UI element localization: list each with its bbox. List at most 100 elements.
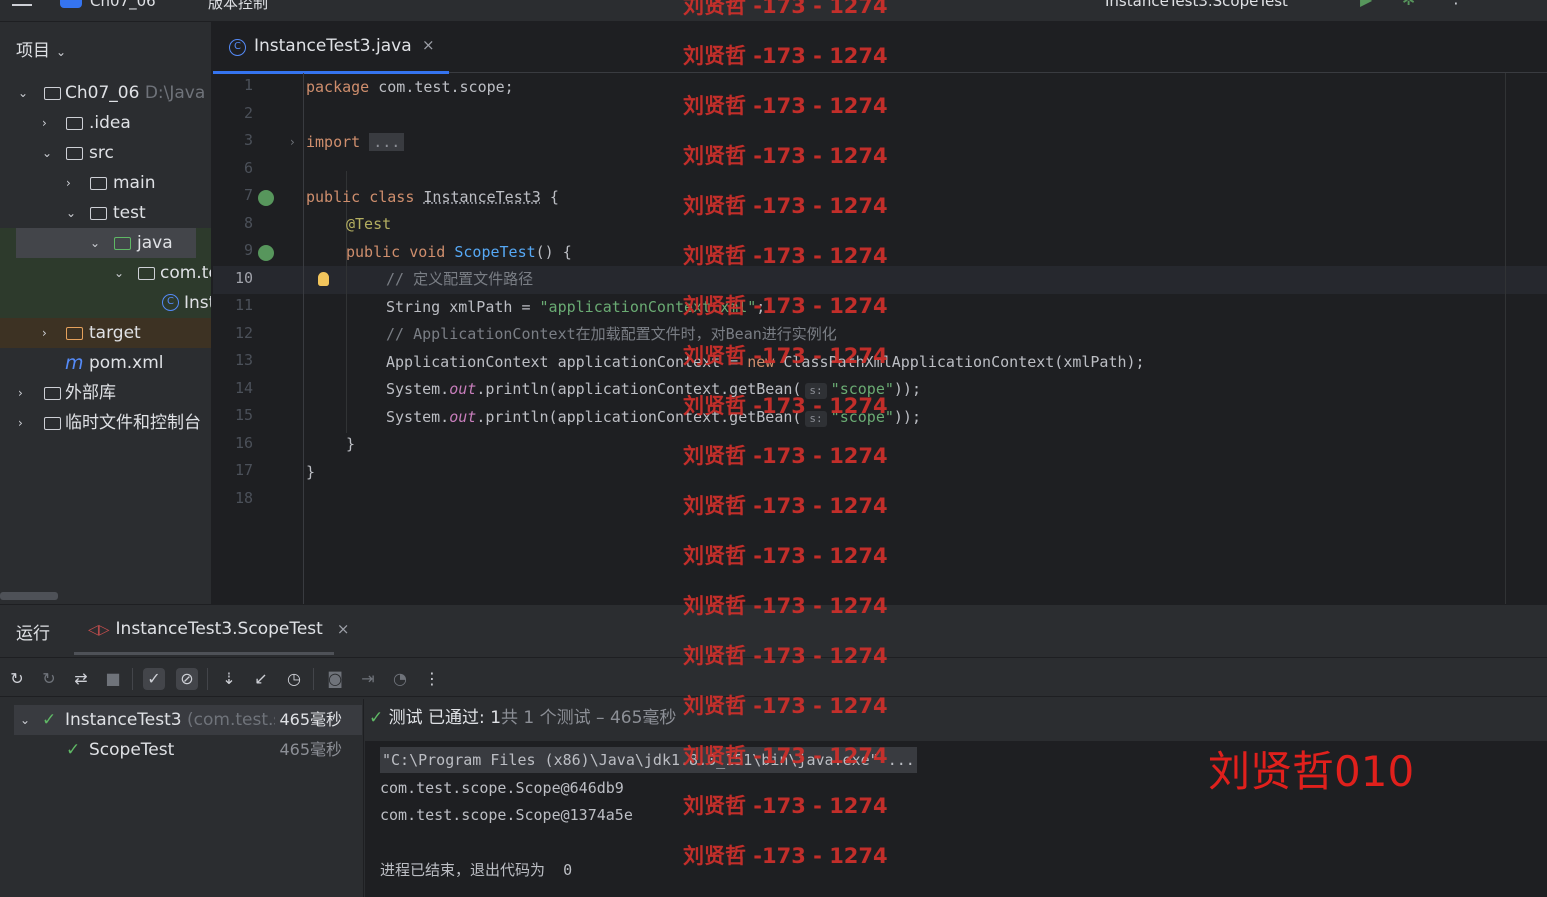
run-config-selector[interactable]: InstanceTest3.ScopeTest	[1105, 0, 1288, 10]
chevron-right-icon[interactable]: ›	[66, 168, 71, 198]
show-ignored-icon[interactable]: ⊘	[176, 668, 198, 690]
chevron-down-icon[interactable]: ⌄	[66, 198, 76, 228]
toggle-auto-test-icon[interactable]: ⇄	[70, 668, 92, 690]
console-line: 进程已结束，退出代码为 0	[380, 861, 573, 879]
library-icon	[44, 387, 61, 400]
line-number: 15	[234, 406, 253, 424]
watermark: 刘贤哲 -173 - 1274	[683, 794, 888, 818]
console-line: com.test.scope.Scope@1374a5e	[380, 806, 633, 824]
run-title: 运行	[16, 624, 50, 644]
folder-icon	[90, 207, 107, 220]
show-passed-icon[interactable]: ✓	[143, 668, 165, 690]
line-number: 8	[243, 214, 253, 232]
tab-instancetest3[interactable]: C InstanceTest3.java ×	[213, 22, 449, 74]
folder-icon	[66, 117, 83, 130]
folder-icon	[66, 147, 83, 160]
tree-item-package[interactable]: ⌄ com.te	[0, 258, 211, 288]
tree-item-src[interactable]: ⌄ src	[0, 138, 211, 168]
watermark: 刘贤哲 -173 - 1274	[683, 44, 888, 68]
test-class-row[interactable]: ⌄ ✓ InstanceTest3 (com.test.s 465毫秒	[14, 705, 362, 735]
maven-icon: m	[65, 352, 84, 374]
debug-icon[interactable]: ✲	[1402, 0, 1415, 9]
history-icon[interactable]: ◷	[283, 668, 305, 690]
chevron-right-icon[interactable]: ›	[18, 408, 23, 438]
chevron-down-icon: ⌄	[56, 45, 67, 59]
project-logo-icon	[60, 0, 82, 8]
collapse-all-icon[interactable]: ↙	[250, 668, 272, 690]
rerun-icon[interactable]: ↻	[6, 668, 28, 690]
watermark: 刘贤哲 -173 - 1274	[683, 0, 888, 18]
watermark: 刘贤哲 -173 - 1274	[683, 294, 888, 318]
line-number: 16	[234, 434, 253, 452]
code-line-16: }	[346, 435, 356, 453]
close-icon[interactable]: ×	[337, 620, 350, 638]
more-icon[interactable]: ⋮	[1448, 0, 1464, 7]
tree-item-idea[interactable]: › .idea	[0, 108, 211, 138]
watermark: 刘贤哲 -173 - 1274	[683, 444, 888, 468]
chevron-down-icon[interactable]: ⌄	[42, 138, 52, 168]
editor-gutter[interactable]: 1 2 3 6 7 8 9 10 11 12 13 14 15 16 17 18…	[213, 73, 329, 604]
horizontal-scrollbar[interactable]	[0, 592, 58, 600]
code-line-7: public class InstanceTest3 {	[306, 188, 559, 206]
chevron-down-icon[interactable]: ⌄	[90, 228, 100, 258]
main-menu-icon[interactable]	[12, 0, 32, 6]
line-number: 13	[234, 351, 253, 369]
tree-item-main[interactable]: › main	[0, 168, 211, 198]
import-tests-icon[interactable]: ⇥	[357, 668, 379, 690]
chevron-down-icon[interactable]: ⌄	[20, 705, 30, 735]
project-view-title[interactable]: 项目 ⌄	[16, 36, 66, 61]
code-line-3: import ...	[306, 128, 405, 156]
line-number: 1	[243, 76, 253, 94]
close-icon[interactable]: ×	[422, 36, 435, 54]
tree-item-pom[interactable]: m pom.xml	[0, 348, 211, 378]
rerun-failed-icon[interactable]: ↻	[38, 668, 60, 690]
line-number: 11	[234, 296, 253, 314]
tree-item-target[interactable]: › target	[0, 318, 211, 348]
line-number: 6	[243, 159, 253, 177]
package-icon	[138, 267, 155, 280]
folder-icon	[90, 177, 107, 190]
scratch-icon	[44, 417, 61, 430]
watermark-large: 刘贤哲010	[1208, 747, 1415, 796]
line-number: 12	[234, 324, 253, 342]
project-selector[interactable]: Ch07_06	[90, 0, 156, 10]
chevron-right-icon[interactable]: ›	[18, 378, 23, 408]
test-results-tree: ⌄ ✓ InstanceTest3 (com.test.s 465毫秒 ✓ Sc…	[0, 699, 364, 897]
line-number: 18	[234, 489, 253, 507]
tree-item-ch07-06[interactable]: ⌄ Ch07_06 D:\Java	[0, 78, 211, 108]
vcs-menu[interactable]: 版本控制	[208, 0, 268, 13]
run-test-method-icon[interactable]	[258, 245, 274, 261]
chevron-down-icon[interactable]: ⌄	[114, 258, 124, 288]
code-line-1: package com.test.scope;	[306, 78, 514, 96]
run-icon[interactable]: ▶	[1360, 0, 1372, 9]
code-editor[interactable]: package com.test.scope; import ... publi…	[306, 73, 1506, 604]
watermark: 刘贤哲 -173 - 1274	[683, 344, 888, 368]
screenshot-icon[interactable]: ◙	[324, 668, 346, 690]
watermark: 刘贤哲 -173 - 1274	[683, 644, 888, 668]
chevron-right-icon[interactable]: ›	[42, 108, 47, 138]
fold-chevron-icon[interactable]: ›	[290, 135, 295, 149]
tree-item-external-libraries[interactable]: › 外部库	[0, 378, 211, 408]
test-method-row[interactable]: ✓ ScopeTest 465毫秒	[14, 735, 362, 765]
test-status-bar: ✓ 测试 已通过: 1共 1 个测试 – 465毫秒	[365, 699, 1547, 741]
tree-item-scratches[interactable]: › 临时文件和控制台	[0, 408, 211, 438]
chevron-right-icon[interactable]: ›	[42, 318, 47, 348]
folded-imports[interactable]: ...	[369, 133, 405, 151]
tab-run-config[interactable]: ◁▷ InstanceTest3.ScopeTest ×	[88, 619, 349, 639]
class-icon: C	[229, 39, 246, 56]
code-line-10: // 定义配置文件路径	[386, 270, 534, 288]
stop-icon[interactable]: ■	[102, 668, 124, 690]
line-number: 3	[243, 131, 253, 149]
chevron-down-icon[interactable]: ⌄	[18, 78, 28, 108]
tree-item-test[interactable]: ⌄ test	[0, 198, 211, 228]
watermark: 刘贤哲 -173 - 1274	[683, 144, 888, 168]
sort-icon[interactable]: ⇣	[218, 668, 240, 690]
line-number: 10	[234, 269, 253, 287]
watermark: 刘贤哲 -173 - 1274	[683, 244, 888, 268]
ide-window: Ch07_06 版本控制 InstanceTest3.ScopeTest ▶ ✲…	[0, 0, 1547, 897]
coverage-icon[interactable]: ◔	[389, 668, 411, 690]
more-icon[interactable]: ⋮	[421, 668, 443, 690]
run-test-class-icon[interactable]	[258, 190, 274, 206]
tree-item-instance-class[interactable]: C Inst	[0, 288, 211, 318]
tree-item-java[interactable]: ⌄ java	[0, 228, 211, 258]
